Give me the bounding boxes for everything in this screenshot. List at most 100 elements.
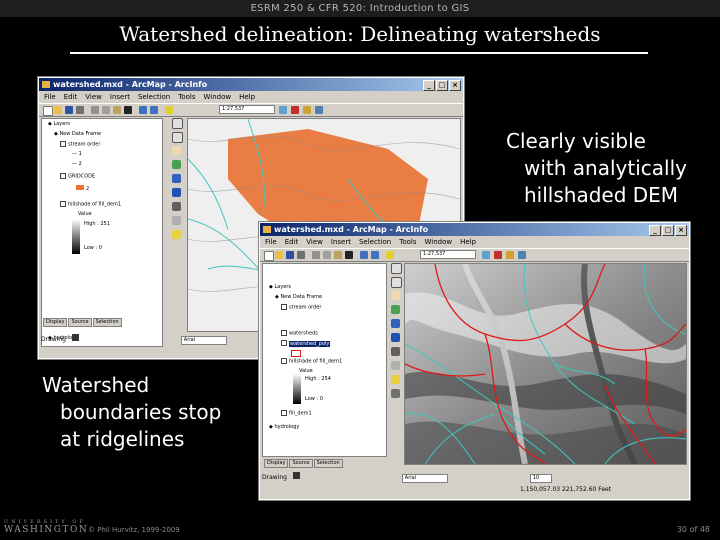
- toc-layer-row-selected[interactable]: watershed_poly: [281, 340, 331, 347]
- menu-window[interactable]: Window: [204, 91, 232, 103]
- minimize-button[interactable]: _: [649, 225, 661, 236]
- menu-edit[interactable]: Edit: [64, 91, 78, 103]
- print-icon[interactable]: [297, 251, 305, 259]
- time-slider-icon[interactable]: [391, 389, 400, 398]
- print-icon[interactable]: [76, 106, 84, 114]
- menu-tools[interactable]: Tools: [399, 236, 416, 248]
- add-data-icon[interactable]: [386, 251, 394, 259]
- toc-layer-row[interactable]: stream order: [281, 304, 321, 311]
- pan-icon[interactable]: [172, 146, 181, 155]
- hyperlink-icon[interactable]: [172, 230, 181, 239]
- paste-icon[interactable]: [113, 106, 121, 114]
- tab-display[interactable]: Display: [43, 318, 68, 327]
- zoom-out-icon[interactable]: [172, 132, 183, 143]
- close-button[interactable]: ×: [675, 225, 687, 236]
- zoom-in-icon[interactable]: [172, 118, 183, 129]
- table-of-contents[interactable]: ◆ Layers ◆ New Data Frame stream order —…: [41, 118, 163, 347]
- maximize-button[interactable]: □: [436, 80, 448, 91]
- redo-icon[interactable]: [150, 106, 158, 114]
- menu-file[interactable]: File: [44, 91, 56, 103]
- menu-insert[interactable]: Insert: [110, 91, 130, 103]
- toc-layer-row[interactable]: ◆ New Data Frame: [275, 294, 322, 301]
- select-elements-icon[interactable]: [292, 472, 300, 479]
- identify-icon[interactable]: [172, 188, 181, 197]
- open-icon[interactable]: [275, 251, 283, 259]
- close-button[interactable]: ×: [449, 80, 461, 91]
- maximize-button[interactable]: □: [662, 225, 674, 236]
- save-icon[interactable]: [286, 251, 294, 259]
- zoom-out-icon[interactable]: [391, 277, 402, 288]
- delete-icon[interactable]: [345, 251, 353, 259]
- catalog-icon[interactable]: [506, 251, 514, 259]
- toc-layer-row[interactable]: hillshade of fill_dem1: [60, 201, 121, 208]
- drawing-menu[interactable]: Drawing: [262, 474, 287, 481]
- copy-icon[interactable]: [102, 106, 110, 114]
- find-icon[interactable]: [172, 202, 181, 211]
- toc-layer-row[interactable]: fill_dem1: [281, 410, 312, 417]
- toc-layer-row[interactable]: ◆ Layers: [269, 284, 291, 291]
- font-field[interactable]: Arial: [180, 336, 227, 345]
- toc-layer-row[interactable]: hillshade of fill_dem1: [281, 358, 342, 365]
- redo-icon[interactable]: [371, 251, 379, 259]
- font-size-field[interactable]: 10: [529, 474, 552, 483]
- menu-selection[interactable]: Selection: [359, 236, 391, 248]
- add-data-icon[interactable]: [165, 106, 173, 114]
- scale-field[interactable]: 1:27,537: [420, 250, 476, 259]
- arctoolbox-icon[interactable]: [291, 106, 299, 114]
- window-titlebar[interactable]: watershed.mxd - ArcMap - ArcInfo _ □ ×: [39, 78, 463, 91]
- tab-source[interactable]: Source: [289, 459, 313, 468]
- full-extent-icon[interactable]: [172, 160, 181, 169]
- new-icon[interactable]: [43, 106, 53, 116]
- editor-icon[interactable]: [279, 106, 287, 114]
- map-view-front[interactable]: [404, 263, 687, 465]
- tab-selection[interactable]: Selection: [92, 318, 122, 327]
- back-extent-icon[interactable]: [391, 319, 400, 328]
- help-icon[interactable]: [315, 106, 323, 114]
- new-icon[interactable]: [264, 251, 274, 261]
- full-extent-icon[interactable]: [391, 305, 400, 314]
- toc-layer-row[interactable]: GRIDCODE: [60, 173, 95, 180]
- toc-layer-row[interactable]: stream order: [60, 141, 100, 148]
- menu-selection[interactable]: Selection: [138, 91, 170, 103]
- select-elements-icon[interactable]: [71, 334, 79, 341]
- menu-help[interactable]: Help: [460, 236, 476, 248]
- delete-icon[interactable]: [124, 106, 132, 114]
- tab-source[interactable]: Source: [68, 318, 92, 327]
- open-icon[interactable]: [54, 106, 62, 114]
- editor-icon[interactable]: [482, 251, 490, 259]
- menu-view[interactable]: View: [306, 236, 323, 248]
- arcmap-window-front[interactable]: watershed.mxd - ArcMap - ArcInfo _ □ × F…: [259, 222, 690, 500]
- zoom-in-icon[interactable]: [391, 263, 402, 274]
- undo-icon[interactable]: [139, 106, 147, 114]
- measure-icon[interactable]: [172, 216, 181, 225]
- drawing-menu[interactable]: Drawing: [41, 336, 66, 343]
- minimize-button[interactable]: _: [423, 80, 435, 91]
- back-extent-icon[interactable]: [172, 174, 181, 183]
- toc-layer-row[interactable]: watersheds: [281, 330, 318, 337]
- cut-icon[interactable]: [312, 251, 320, 259]
- menu-help[interactable]: Help: [239, 91, 255, 103]
- menu-window[interactable]: Window: [425, 236, 453, 248]
- paste-icon[interactable]: [334, 251, 342, 259]
- toc-layer-row[interactable]: ◆ Layers: [48, 121, 70, 128]
- menu-tools[interactable]: Tools: [178, 91, 195, 103]
- table-of-contents[interactable]: ◆ Layers ◆ New Data Frame stream order w…: [262, 263, 387, 457]
- cut-icon[interactable]: [91, 106, 99, 114]
- menu-view[interactable]: View: [85, 91, 102, 103]
- menu-file[interactable]: File: [265, 236, 277, 248]
- menu-insert[interactable]: Insert: [331, 236, 351, 248]
- save-icon[interactable]: [65, 106, 73, 114]
- toc-layer-row[interactable]: ◆ New Data Frame: [54, 131, 101, 138]
- identify-icon[interactable]: [391, 333, 400, 342]
- measure-icon[interactable]: [391, 361, 400, 370]
- arctoolbox-icon[interactable]: [494, 251, 502, 259]
- menu-edit[interactable]: Edit: [285, 236, 299, 248]
- find-icon[interactable]: [391, 347, 400, 356]
- copy-icon[interactable]: [323, 251, 331, 259]
- font-field[interactable]: Arial: [401, 474, 448, 483]
- scale-field[interactable]: 1:27,537: [219, 105, 275, 114]
- tab-display[interactable]: Display: [264, 459, 289, 468]
- help-icon[interactable]: [518, 251, 526, 259]
- window-titlebar[interactable]: watershed.mxd - ArcMap - ArcInfo _ □ ×: [260, 223, 689, 236]
- toc-layer-row[interactable]: ◆ hydrology: [269, 424, 299, 431]
